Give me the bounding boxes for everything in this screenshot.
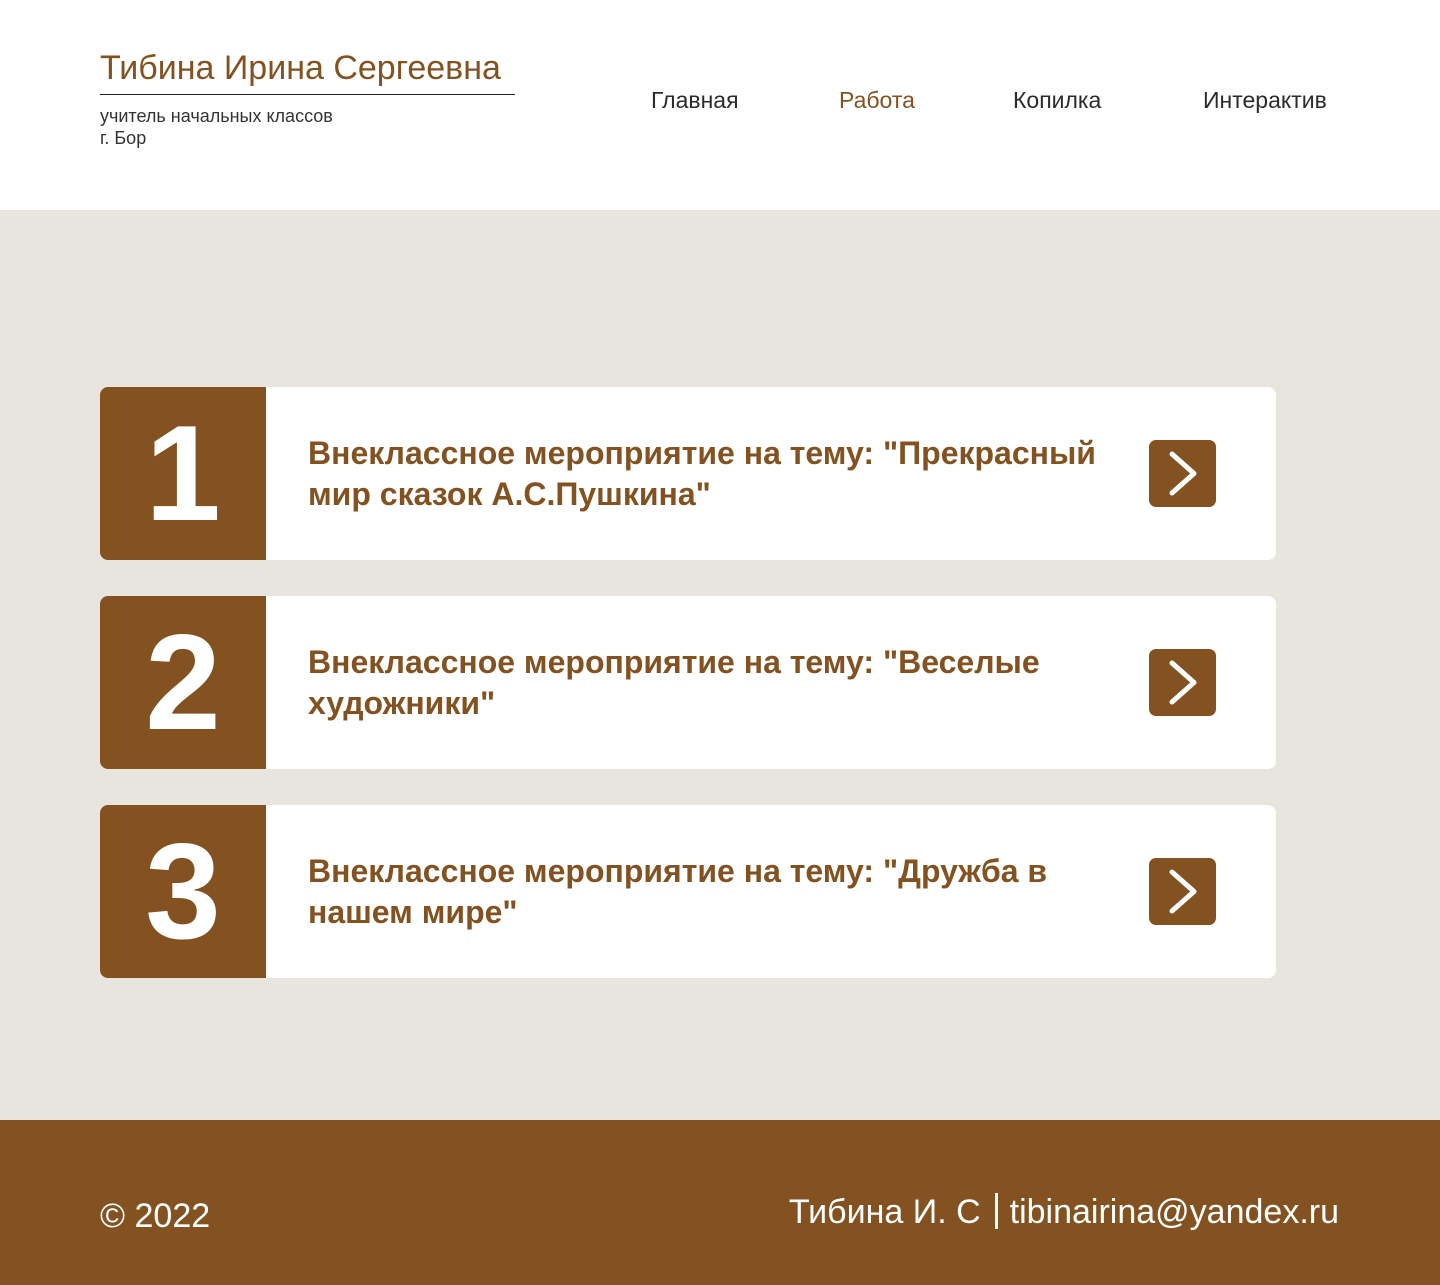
brand-subtitle-city: г. Бор	[100, 128, 147, 148]
chevron-right-icon	[1169, 451, 1197, 496]
footer-author: Тибина И. С	[788, 1193, 981, 1231]
work-card: 2 Внеклассное мероприятие на тему: "Весе…	[100, 596, 1276, 769]
work-card-open-button[interactable]	[1149, 858, 1216, 925]
work-card-number: 3	[100, 805, 266, 978]
chevron-right-icon	[1169, 869, 1197, 914]
nav-item-home[interactable]: Главная	[651, 86, 739, 114]
footer-contacts: Тибина И. С tibinairina@yandex.ru	[789, 1192, 1339, 1232]
work-card-number: 1	[100, 387, 266, 560]
work-card-number: 2	[100, 596, 266, 769]
chevron-right-icon	[1169, 660, 1197, 705]
work-card-open-button[interactable]	[1149, 649, 1216, 716]
work-card: 1 Внеклассное мероприятие на тему: "Прек…	[100, 387, 1276, 560]
nav-item-work[interactable]: Работа	[839, 86, 915, 114]
nav-item-collection[interactable]: Копилка	[1013, 86, 1101, 114]
work-card-open-button[interactable]	[1149, 440, 1216, 507]
work-card-title: Внеклассное мероприятие на тему: "Прекра…	[308, 435, 1096, 512]
site-header: Тибина Ирина Сергеевна учитель начальных…	[0, 0, 1440, 210]
footer-divider	[994, 1193, 998, 1229]
works-section: 1 Внеклассное мероприятие на тему: "Прек…	[0, 210, 1440, 1120]
main-nav: Главная Работа Копилка Интерактив	[0, 86, 1440, 116]
work-card-title: Внеклассное мероприятие на тему: "Дружба…	[308, 853, 1048, 930]
work-card: 3 Внеклассное мероприятие на тему: "Друж…	[100, 805, 1276, 978]
site-footer: © 2022 Тибина И. С tibinairina@yandex.ru	[0, 1120, 1440, 1285]
nav-item-interactive[interactable]: Интерактив	[1203, 86, 1327, 114]
footer-email-link[interactable]: tibinairina@yandex.ru	[1010, 1193, 1339, 1231]
work-card-title: Внеклассное мероприятие на тему: "Веселы…	[308, 644, 1040, 721]
copyright-text: © 2022	[100, 1197, 211, 1235]
